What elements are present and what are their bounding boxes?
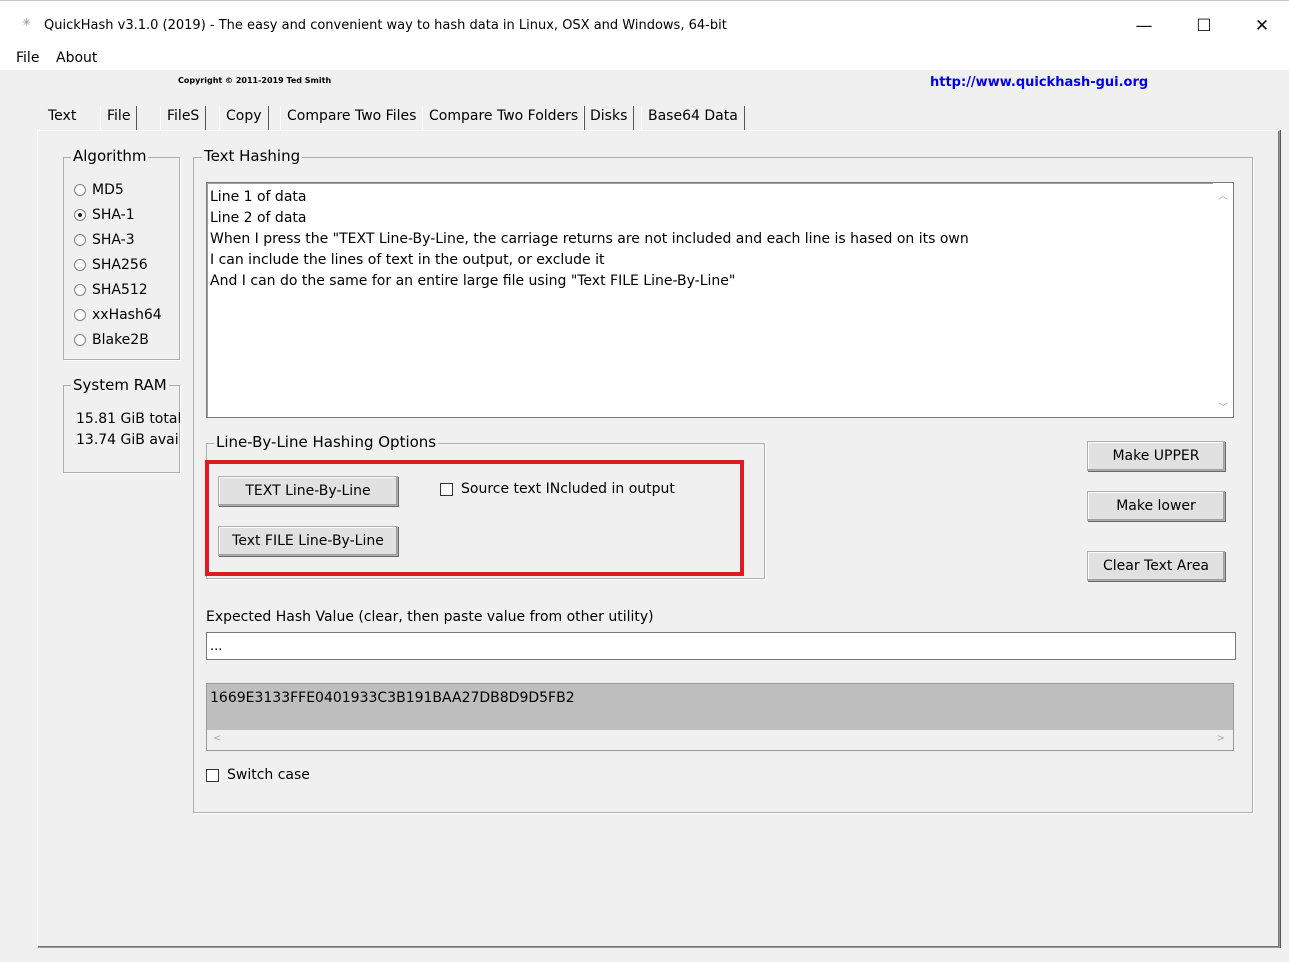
ram-avail: 13.74 GiB avail bbox=[76, 432, 180, 445]
horizontal-scrollbar[interactable]: < > bbox=[207, 730, 1233, 750]
scroll-up-icon[interactable]: ︿ bbox=[1218, 187, 1228, 202]
radio-label: SHA-3 bbox=[92, 232, 135, 248]
radio-label: xxHash64 bbox=[92, 307, 162, 323]
radio-xxhash64[interactable]: xxHash64 bbox=[74, 307, 162, 323]
copyright-label: Copyright © 2011-2019 Ted Smith bbox=[178, 76, 332, 85]
text-hashing-legend: Text Hashing bbox=[202, 147, 303, 165]
text-input-area[interactable]: Line 1 of data Line 2 of data When I pre… bbox=[206, 182, 1234, 418]
minimize-button[interactable]: — bbox=[1122, 12, 1166, 40]
radio-icon bbox=[74, 234, 86, 246]
radio-sha512[interactable]: SHA512 bbox=[74, 282, 148, 298]
radio-icon bbox=[74, 184, 86, 196]
switch-case-label: Switch case bbox=[227, 767, 310, 783]
tab-file[interactable]: File bbox=[100, 106, 138, 130]
tab-disks[interactable]: Disks bbox=[583, 106, 635, 130]
system-ram-values: 15.81 GiB total 13.74 GiB avail bbox=[64, 405, 180, 445]
scroll-down-icon[interactable]: ﹀ bbox=[1218, 399, 1228, 414]
make-upper-button[interactable]: Make UPPER bbox=[1087, 441, 1225, 471]
radio-icon bbox=[74, 284, 86, 296]
tab-files[interactable]: FileS bbox=[160, 106, 207, 130]
radio-label: Blake2B bbox=[92, 332, 149, 348]
expected-hash-label: Expected Hash Value (clear, then paste v… bbox=[206, 609, 654, 625]
menu-about[interactable]: About bbox=[56, 50, 97, 66]
text-line: When I press the "TEXT Line-By-Line, the… bbox=[210, 231, 969, 247]
clear-text-area-button[interactable]: Clear Text Area bbox=[1087, 551, 1225, 581]
scroll-right-icon[interactable]: > bbox=[1217, 733, 1225, 744]
tab-base64-data[interactable]: Base64 Data bbox=[641, 106, 745, 130]
hash-output-field[interactable]: 1669E3133FFE0401933C3B191BAA27DB8D9D5FB2… bbox=[206, 683, 1234, 751]
radio-icon bbox=[74, 259, 86, 271]
tab-compare-two-files[interactable]: Compare Two Files bbox=[280, 106, 424, 130]
switch-case-checkbox[interactable]: Switch case bbox=[206, 767, 310, 783]
radio-label: SHA256 bbox=[92, 257, 148, 273]
app-icon: ✳ bbox=[22, 16, 32, 29]
radio-icon bbox=[74, 209, 86, 221]
radio-sha3[interactable]: SHA-3 bbox=[74, 232, 135, 248]
maximize-button[interactable]: ☐ bbox=[1182, 12, 1226, 40]
tab-compare-two-folders[interactable]: Compare Two Folders bbox=[422, 106, 586, 130]
expected-hash-input[interactable]: ... bbox=[206, 632, 1236, 660]
close-button[interactable]: ✕ bbox=[1240, 12, 1284, 40]
radio-blake2b[interactable]: Blake2B bbox=[74, 332, 149, 348]
algorithm-legend: Algorithm bbox=[71, 147, 149, 165]
tab-copy[interactable]: Copy bbox=[219, 106, 269, 130]
menu-bar bbox=[0, 44, 1289, 70]
radio-icon bbox=[74, 309, 86, 321]
vertical-scrollbar[interactable]: ︿ ﹀ bbox=[1213, 183, 1233, 417]
radio-label: MD5 bbox=[92, 182, 124, 198]
radio-sha1[interactable]: SHA-1 bbox=[74, 207, 135, 223]
radio-icon bbox=[74, 334, 86, 346]
ram-total: 15.81 GiB total bbox=[76, 411, 180, 427]
tab-text[interactable]: Text bbox=[38, 106, 82, 130]
radio-label: SHA-1 bbox=[92, 207, 135, 223]
radio-label: SHA512 bbox=[92, 282, 148, 298]
text-line: I can include the lines of text in the o… bbox=[210, 252, 605, 268]
window-title: QuickHash v3.1.0 (2019) - The easy and c… bbox=[44, 18, 727, 33]
radio-md5[interactable]: MD5 bbox=[74, 182, 124, 198]
line-by-line-legend: Line-By-Line Hashing Options bbox=[214, 433, 439, 451]
website-link[interactable]: http://www.quickhash-gui.org bbox=[930, 75, 1148, 90]
highlight-annotation bbox=[205, 460, 744, 576]
text-line: And I can do the same for an entire larg… bbox=[210, 273, 736, 289]
make-lower-button[interactable]: Make lower bbox=[1087, 491, 1225, 521]
scroll-left-icon[interactable]: < bbox=[213, 733, 221, 744]
menu-file[interactable]: File bbox=[16, 50, 39, 66]
system-ram-legend: System RAM bbox=[71, 376, 169, 394]
radio-sha256[interactable]: SHA256 bbox=[74, 257, 148, 273]
text-line: Line 2 of data bbox=[210, 210, 307, 226]
hash-value: 1669E3133FFE0401933C3B191BAA27DB8D9D5FB2 bbox=[210, 690, 575, 706]
text-line: Line 1 of data bbox=[210, 189, 307, 205]
checkbox-icon bbox=[206, 768, 219, 782]
